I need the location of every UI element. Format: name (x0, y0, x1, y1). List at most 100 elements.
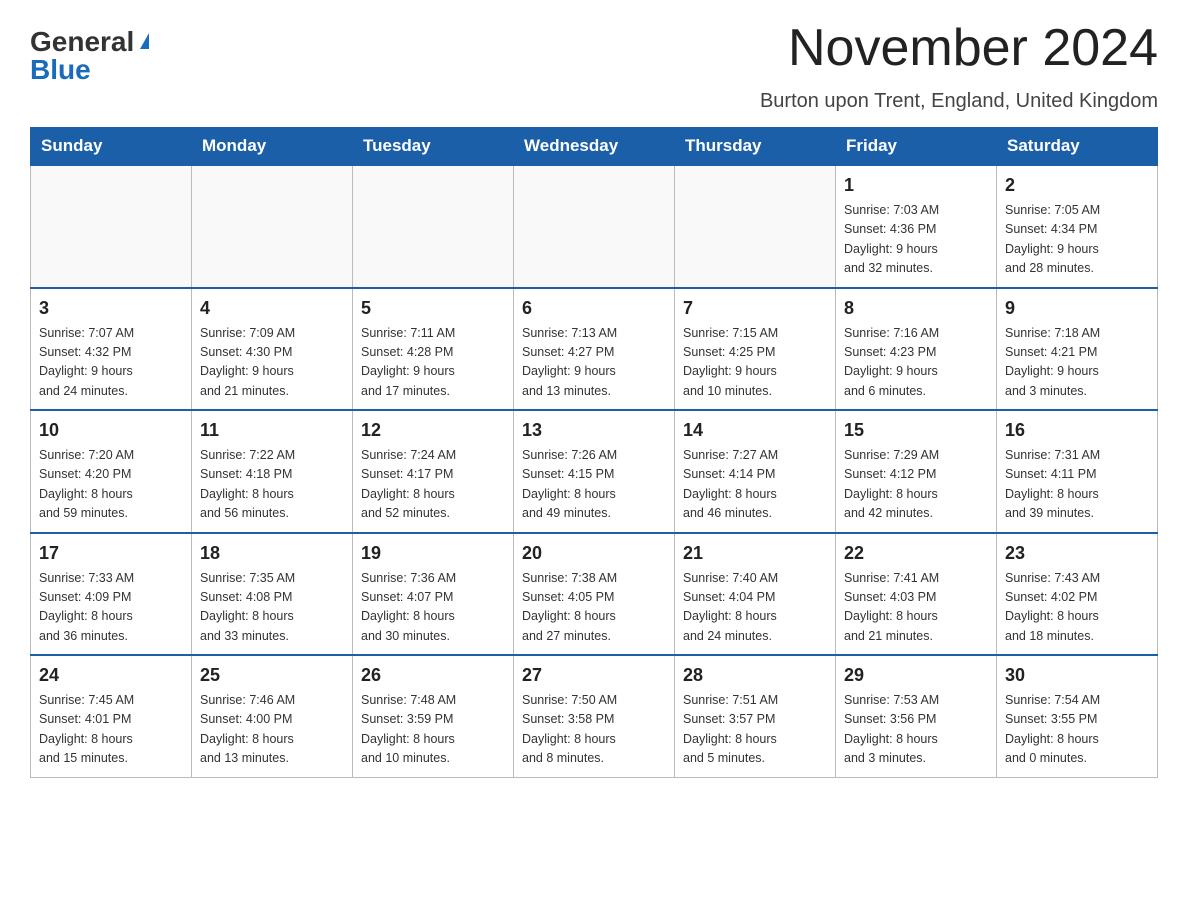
calendar-cell: 27Sunrise: 7:50 AM Sunset: 3:58 PM Dayli… (514, 655, 675, 777)
day-number: 28 (683, 662, 827, 689)
day-number: 4 (200, 295, 344, 322)
day-number: 14 (683, 417, 827, 444)
calendar-cell: 13Sunrise: 7:26 AM Sunset: 4:15 PM Dayli… (514, 410, 675, 533)
day-number: 22 (844, 540, 988, 567)
day-info: Sunrise: 7:35 AM Sunset: 4:08 PM Dayligh… (200, 569, 344, 647)
calendar-cell: 12Sunrise: 7:24 AM Sunset: 4:17 PM Dayli… (353, 410, 514, 533)
calendar-cell: 17Sunrise: 7:33 AM Sunset: 4:09 PM Dayli… (31, 533, 192, 656)
day-number: 8 (844, 295, 988, 322)
calendar-cell (514, 165, 675, 288)
day-info: Sunrise: 7:43 AM Sunset: 4:02 PM Dayligh… (1005, 569, 1149, 647)
weekday-header-sunday: Sunday (31, 128, 192, 166)
day-info: Sunrise: 7:13 AM Sunset: 4:27 PM Dayligh… (522, 324, 666, 402)
day-number: 17 (39, 540, 183, 567)
day-info: Sunrise: 7:11 AM Sunset: 4:28 PM Dayligh… (361, 324, 505, 402)
day-number: 2 (1005, 172, 1149, 199)
day-number: 29 (844, 662, 988, 689)
day-info: Sunrise: 7:26 AM Sunset: 4:15 PM Dayligh… (522, 446, 666, 524)
day-info: Sunrise: 7:18 AM Sunset: 4:21 PM Dayligh… (1005, 324, 1149, 402)
day-number: 18 (200, 540, 344, 567)
calendar-cell: 24Sunrise: 7:45 AM Sunset: 4:01 PM Dayli… (31, 655, 192, 777)
day-info: Sunrise: 7:09 AM Sunset: 4:30 PM Dayligh… (200, 324, 344, 402)
day-number: 5 (361, 295, 505, 322)
day-number: 13 (522, 417, 666, 444)
weekday-header-friday: Friday (836, 128, 997, 166)
day-number: 16 (1005, 417, 1149, 444)
logo-blue-text: Blue (30, 56, 91, 84)
calendar-cell: 7Sunrise: 7:15 AM Sunset: 4:25 PM Daylig… (675, 288, 836, 411)
calendar-cell: 19Sunrise: 7:36 AM Sunset: 4:07 PM Dayli… (353, 533, 514, 656)
location-subtitle: Burton upon Trent, England, United Kingd… (30, 90, 1158, 113)
weekday-header-tuesday: Tuesday (353, 128, 514, 166)
day-info: Sunrise: 7:48 AM Sunset: 3:59 PM Dayligh… (361, 691, 505, 769)
calendar-cell: 15Sunrise: 7:29 AM Sunset: 4:12 PM Dayli… (836, 410, 997, 533)
calendar-table: SundayMondayTuesdayWednesdayThursdayFrid… (30, 127, 1158, 778)
day-info: Sunrise: 7:54 AM Sunset: 3:55 PM Dayligh… (1005, 691, 1149, 769)
day-info: Sunrise: 7:46 AM Sunset: 4:00 PM Dayligh… (200, 691, 344, 769)
day-info: Sunrise: 7:53 AM Sunset: 3:56 PM Dayligh… (844, 691, 988, 769)
calendar-cell: 14Sunrise: 7:27 AM Sunset: 4:14 PM Dayli… (675, 410, 836, 533)
day-info: Sunrise: 7:45 AM Sunset: 4:01 PM Dayligh… (39, 691, 183, 769)
calendar-week-row: 10Sunrise: 7:20 AM Sunset: 4:20 PM Dayli… (31, 410, 1158, 533)
calendar-cell: 26Sunrise: 7:48 AM Sunset: 3:59 PM Dayli… (353, 655, 514, 777)
day-info: Sunrise: 7:22 AM Sunset: 4:18 PM Dayligh… (200, 446, 344, 524)
calendar-cell: 23Sunrise: 7:43 AM Sunset: 4:02 PM Dayli… (997, 533, 1158, 656)
day-number: 12 (361, 417, 505, 444)
calendar-cell: 4Sunrise: 7:09 AM Sunset: 4:30 PM Daylig… (192, 288, 353, 411)
day-info: Sunrise: 7:36 AM Sunset: 4:07 PM Dayligh… (361, 569, 505, 647)
weekday-header-wednesday: Wednesday (514, 128, 675, 166)
calendar-cell: 30Sunrise: 7:54 AM Sunset: 3:55 PM Dayli… (997, 655, 1158, 777)
day-number: 21 (683, 540, 827, 567)
day-number: 7 (683, 295, 827, 322)
day-number: 3 (39, 295, 183, 322)
weekday-header-saturday: Saturday (997, 128, 1158, 166)
day-info: Sunrise: 7:38 AM Sunset: 4:05 PM Dayligh… (522, 569, 666, 647)
calendar-cell: 11Sunrise: 7:22 AM Sunset: 4:18 PM Dayli… (192, 410, 353, 533)
day-info: Sunrise: 7:24 AM Sunset: 4:17 PM Dayligh… (361, 446, 505, 524)
calendar-cell (31, 165, 192, 288)
day-number: 15 (844, 417, 988, 444)
day-number: 6 (522, 295, 666, 322)
day-info: Sunrise: 7:31 AM Sunset: 4:11 PM Dayligh… (1005, 446, 1149, 524)
calendar-week-row: 24Sunrise: 7:45 AM Sunset: 4:01 PM Dayli… (31, 655, 1158, 777)
day-number: 20 (522, 540, 666, 567)
calendar-cell: 5Sunrise: 7:11 AM Sunset: 4:28 PM Daylig… (353, 288, 514, 411)
day-info: Sunrise: 7:03 AM Sunset: 4:36 PM Dayligh… (844, 201, 988, 279)
calendar-cell: 25Sunrise: 7:46 AM Sunset: 4:00 PM Dayli… (192, 655, 353, 777)
day-info: Sunrise: 7:33 AM Sunset: 4:09 PM Dayligh… (39, 569, 183, 647)
calendar-week-row: 1Sunrise: 7:03 AM Sunset: 4:36 PM Daylig… (31, 165, 1158, 288)
day-number: 24 (39, 662, 183, 689)
calendar-cell: 8Sunrise: 7:16 AM Sunset: 4:23 PM Daylig… (836, 288, 997, 411)
calendar-cell: 9Sunrise: 7:18 AM Sunset: 4:21 PM Daylig… (997, 288, 1158, 411)
day-info: Sunrise: 7:07 AM Sunset: 4:32 PM Dayligh… (39, 324, 183, 402)
logo-general-text: General (30, 28, 134, 56)
day-number: 30 (1005, 662, 1149, 689)
calendar-cell: 2Sunrise: 7:05 AM Sunset: 4:34 PM Daylig… (997, 165, 1158, 288)
day-number: 1 (844, 172, 988, 199)
day-info: Sunrise: 7:16 AM Sunset: 4:23 PM Dayligh… (844, 324, 988, 402)
calendar-cell: 18Sunrise: 7:35 AM Sunset: 4:08 PM Dayli… (192, 533, 353, 656)
calendar-cell: 6Sunrise: 7:13 AM Sunset: 4:27 PM Daylig… (514, 288, 675, 411)
day-number: 23 (1005, 540, 1149, 567)
calendar-week-row: 3Sunrise: 7:07 AM Sunset: 4:32 PM Daylig… (31, 288, 1158, 411)
calendar-cell: 22Sunrise: 7:41 AM Sunset: 4:03 PM Dayli… (836, 533, 997, 656)
calendar-cell: 3Sunrise: 7:07 AM Sunset: 4:32 PM Daylig… (31, 288, 192, 411)
day-number: 10 (39, 417, 183, 444)
calendar-cell: 16Sunrise: 7:31 AM Sunset: 4:11 PM Dayli… (997, 410, 1158, 533)
calendar-cell: 21Sunrise: 7:40 AM Sunset: 4:04 PM Dayli… (675, 533, 836, 656)
month-year-title: November 2024 (788, 20, 1158, 77)
calendar-cell (353, 165, 514, 288)
day-info: Sunrise: 7:41 AM Sunset: 4:03 PM Dayligh… (844, 569, 988, 647)
day-number: 9 (1005, 295, 1149, 322)
day-number: 26 (361, 662, 505, 689)
day-info: Sunrise: 7:40 AM Sunset: 4:04 PM Dayligh… (683, 569, 827, 647)
day-info: Sunrise: 7:51 AM Sunset: 3:57 PM Dayligh… (683, 691, 827, 769)
weekday-header-thursday: Thursday (675, 128, 836, 166)
calendar-cell: 1Sunrise: 7:03 AM Sunset: 4:36 PM Daylig… (836, 165, 997, 288)
day-number: 25 (200, 662, 344, 689)
calendar-cell: 29Sunrise: 7:53 AM Sunset: 3:56 PM Dayli… (836, 655, 997, 777)
day-number: 11 (200, 417, 344, 444)
day-info: Sunrise: 7:27 AM Sunset: 4:14 PM Dayligh… (683, 446, 827, 524)
day-info: Sunrise: 7:29 AM Sunset: 4:12 PM Dayligh… (844, 446, 988, 524)
day-info: Sunrise: 7:50 AM Sunset: 3:58 PM Dayligh… (522, 691, 666, 769)
